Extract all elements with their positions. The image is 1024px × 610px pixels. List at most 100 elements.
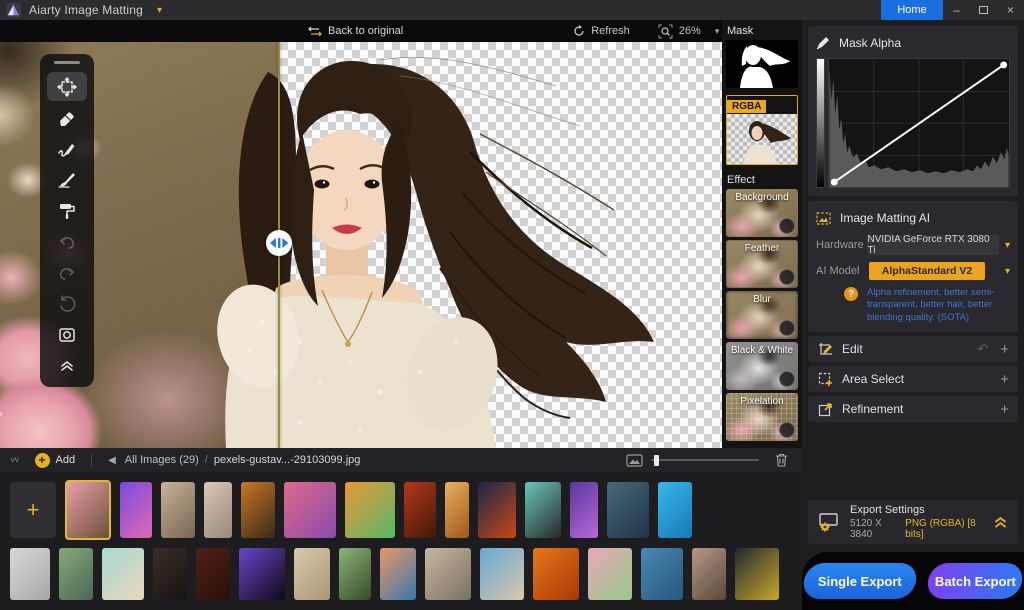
alpha-histogram[interactable]: [828, 58, 1010, 188]
maximize-button[interactable]: [970, 0, 997, 20]
thumbnail-blue-hat-woman[interactable]: [658, 482, 692, 538]
effect-thumb-blur[interactable]: Blur: [726, 291, 798, 339]
thumbnail-blonde-woman-teal[interactable]: [102, 548, 144, 600]
thumbnail-gray-minimal[interactable]: [10, 548, 50, 600]
thumbnail-sunset-orange[interactable]: [533, 548, 579, 600]
thumbnail-night-street[interactable]: [478, 482, 516, 538]
thumbnail-stairs-dark-red[interactable]: [196, 548, 230, 600]
thumbnail-golden-hair-woman[interactable]: [445, 482, 469, 538]
collapse-palette-button[interactable]: [47, 351, 87, 380]
effect-thumb-pixelation[interactable]: Pixelation: [726, 393, 798, 441]
undo-button[interactable]: [47, 227, 87, 256]
effect-thumb-black-white[interactable]: Black & White: [726, 342, 798, 390]
zoom-control[interactable]: 26% ▾: [658, 24, 720, 39]
thumbnail-woman-portrait-vintage[interactable]: [161, 482, 195, 538]
undo-icon: [60, 236, 74, 249]
add-image-label[interactable]: Add: [56, 454, 76, 466]
thumbnail-street-building[interactable]: [294, 548, 330, 600]
effect-knob[interactable]: [779, 371, 795, 387]
redo-icon: [60, 267, 74, 280]
effect-knob[interactable]: [779, 320, 795, 336]
thumbnail-face-closeup[interactable]: [380, 548, 416, 600]
edit-undo-icon[interactable]: ↶: [977, 341, 988, 357]
redo-button[interactable]: [47, 258, 87, 287]
refinement-expand-icon[interactable]: +: [1000, 401, 1009, 418]
thumbnail-curly-hair-green[interactable]: [339, 548, 371, 600]
thumbnail-lake-woman[interactable]: [59, 548, 93, 600]
thumbnail-red-figure[interactable]: [404, 482, 436, 538]
zoom-magnifier-icon: [658, 24, 673, 38]
thumbnail-street-scene[interactable]: [204, 482, 232, 538]
batch-export-button[interactable]: Batch Export: [925, 563, 1024, 599]
ai-model-hint: Alpha refinement, better semi-transparen…: [867, 287, 995, 323]
browser-collapse-icon[interactable]: ˅˅: [10, 455, 19, 465]
paint-roller-icon: [60, 203, 75, 219]
thumbnail-beach-woman-blue[interactable]: [480, 548, 524, 600]
edit-expand-icon[interactable]: +: [1000, 341, 1009, 358]
roller-tool-button[interactable]: [47, 196, 87, 225]
thumbnail-purple-abstract-leaves[interactable]: [120, 482, 152, 538]
thumbnail-purple-flowers-black[interactable]: [239, 548, 285, 600]
edit-section[interactable]: Edit ↶ +: [808, 336, 1018, 363]
export-settings-panel[interactable]: Export Settings 5120 X 3840 PNG (RGBA) […: [808, 500, 1018, 544]
thumbnail-water-glass[interactable]: [641, 548, 683, 600]
paintbrush-icon: [58, 172, 75, 188]
delete-image-icon[interactable]: [775, 453, 788, 467]
minimize-button[interactable]: –: [943, 0, 970, 20]
close-button[interactable]: ×: [997, 0, 1024, 20]
export-settings-title: Export Settings: [850, 504, 925, 516]
effect-knob[interactable]: [779, 269, 795, 285]
brush-tool-button[interactable]: [47, 165, 87, 194]
thumbnail-dark-man-portrait[interactable]: [153, 548, 187, 600]
thumbnail-bride-veil[interactable]: [692, 548, 726, 600]
thumbnail-colorful-fan[interactable]: [345, 482, 395, 538]
thumbnail-size-slider[interactable]: [651, 454, 759, 466]
compare-split-handle[interactable]: [266, 230, 292, 256]
refresh-button[interactable]: Refresh: [573, 25, 630, 37]
thumbnail-flowers-woman-current[interactable]: [65, 480, 111, 540]
add-image-icon[interactable]: +: [34, 452, 50, 468]
ai-model-dropdown[interactable]: AlphaStandard V2: [869, 262, 985, 280]
effect-label: Pixelation: [740, 396, 784, 407]
home-button[interactable]: Home: [881, 0, 943, 20]
mask-thumbnail[interactable]: [726, 40, 798, 88]
image-canvas[interactable]: [0, 42, 722, 448]
back-to-all-icon[interactable]: ◀: [108, 455, 116, 466]
marquee-tool-button[interactable]: [47, 320, 87, 349]
export-collapse-icon[interactable]: [993, 516, 1008, 529]
pencil-tool-button[interactable]: [47, 134, 87, 163]
area-select-section[interactable]: Area Select +: [808, 366, 1018, 393]
rgba-thumbnail-selected[interactable]: RGBA: [726, 95, 798, 165]
eraser-tool-button[interactable]: [47, 103, 87, 132]
eraser-icon: [60, 111, 74, 126]
transform-tool-button[interactable]: [47, 72, 87, 101]
ai-model-chevron-icon[interactable]: ▾: [1005, 266, 1010, 277]
hardware-chevron-icon[interactable]: ▾: [1005, 240, 1010, 251]
thumbnail-statue[interactable]: [425, 548, 471, 600]
back-to-original-button[interactable]: Back to original: [308, 25, 403, 37]
single-export-button[interactable]: Single Export: [801, 563, 919, 599]
alpha-pen-icon: [816, 37, 829, 50]
effect-knob[interactable]: [779, 422, 795, 438]
slider-handle[interactable]: [654, 454, 659, 466]
effect-knob[interactable]: [779, 218, 795, 234]
breadcrumb-all-images[interactable]: All Images (29): [125, 454, 199, 466]
app-menu-chevron-icon[interactable]: ▾: [157, 5, 162, 16]
thumbnail-flying-car-sunset[interactable]: [284, 482, 336, 538]
palette-drag-handle[interactable]: [54, 61, 80, 64]
effect-thumb-background[interactable]: Background: [726, 189, 798, 237]
zoom-chevron-icon[interactable]: ▾: [715, 26, 720, 37]
thumbnail-mountains-moon[interactable]: [607, 482, 649, 538]
thumbnail-purple-dancer[interactable]: [570, 482, 598, 538]
hardware-dropdown[interactable]: NVIDIA GeForce RTX 3080 Ti: [867, 234, 999, 256]
reset-button[interactable]: [47, 289, 87, 318]
area-select-expand-icon[interactable]: +: [1000, 371, 1009, 388]
effect-thumb-feather[interactable]: Feather: [726, 240, 798, 288]
add-image-tile[interactable]: +: [10, 482, 56, 538]
thumbnail-dark-flatlay[interactable]: [735, 548, 779, 600]
refinement-section[interactable]: Refinement +: [808, 396, 1018, 423]
thumbnail-curly-hair-teal[interactable]: [525, 482, 561, 538]
help-icon[interactable]: ?: [844, 287, 858, 301]
thumbnail-person-warm-light[interactable]: [241, 482, 275, 538]
thumbnail-pink-flowers[interactable]: [588, 548, 632, 600]
